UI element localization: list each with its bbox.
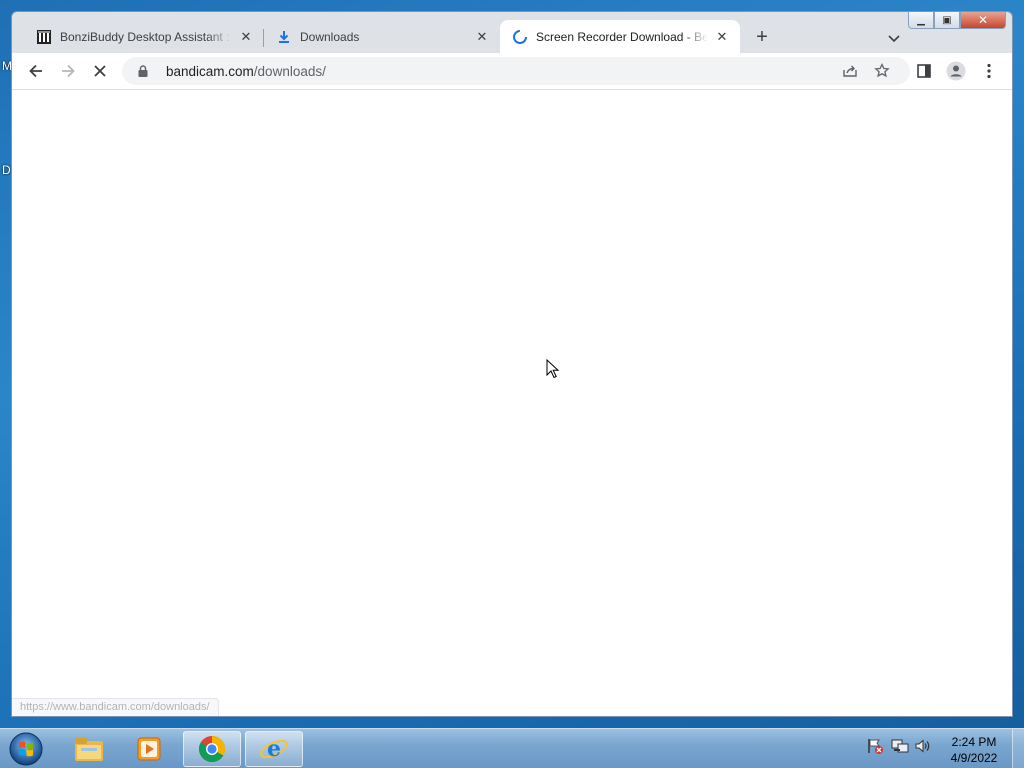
show-desktop-button[interactable] xyxy=(1012,729,1024,768)
minimize-button[interactable]: ▁ xyxy=(908,12,934,29)
browser-window: BonziBuddy Desktop Assistant : B ✕ Downl… xyxy=(11,11,1013,717)
tab-title: Downloads xyxy=(300,29,360,44)
url-path: /downloads/ xyxy=(253,63,326,79)
window-controls: ▁ ▣ ✕ xyxy=(908,12,1006,29)
close-tab-icon[interactable]: ✕ xyxy=(474,29,490,45)
download-icon xyxy=(276,29,292,45)
tab-screen-recorder[interactable]: Screen Recorder Download - Best ✕ xyxy=(500,20,740,53)
share-icon[interactable] xyxy=(842,63,858,79)
tab-bonzibuddy[interactable]: BonziBuddy Desktop Assistant : B ✕ xyxy=(24,20,264,53)
url-host: bandicam.com xyxy=(166,63,254,79)
mouse-cursor-icon xyxy=(546,358,560,379)
status-bubble-url: https://www.bandicam.com/downloads/ xyxy=(12,698,219,716)
system-clock[interactable]: 2:24 PM 4/9/2022 xyxy=(944,734,1004,766)
profile-avatar-icon[interactable] xyxy=(944,59,968,83)
new-tab-button[interactable]: + xyxy=(750,26,774,50)
menu-kebab-icon[interactable] xyxy=(977,59,1001,83)
lock-icon[interactable] xyxy=(136,64,150,78)
tab-search-chevron-icon[interactable] xyxy=(884,28,904,48)
restore-button[interactable]: ▣ xyxy=(934,12,960,29)
loading-spinner-icon xyxy=(512,29,528,45)
page-content[interactable]: https://www.bandicam.com/downloads/ xyxy=(12,90,1012,716)
desktop-icon-label[interactable]: D xyxy=(2,163,11,177)
bookmark-star-icon[interactable] xyxy=(874,62,890,79)
taskbar: e 2:24 PM 4/9/2022 xyxy=(0,728,1024,768)
volume-icon[interactable] xyxy=(914,737,932,755)
tab-strip: BonziBuddy Desktop Assistant : B ✕ Downl… xyxy=(12,12,1012,53)
tab-downloads[interactable]: Downloads ✕ xyxy=(264,20,500,53)
start-button[interactable] xyxy=(7,731,45,767)
close-tab-icon[interactable]: ✕ xyxy=(714,29,730,45)
clock-date: 4/9/2022 xyxy=(950,751,998,765)
tab-title: BonziBuddy Desktop Assistant : B xyxy=(60,29,232,44)
browser-toolbar: bandicam.com/downloads/ xyxy=(12,53,1012,89)
explorer-icon[interactable] xyxy=(60,731,118,767)
side-panel-icon[interactable] xyxy=(912,59,936,83)
address-bar[interactable]: bandicam.com/downloads/ xyxy=(122,57,910,85)
archive-icon xyxy=(36,29,52,45)
network-icon[interactable] xyxy=(891,737,909,755)
clock-time: 2:24 PM xyxy=(951,735,997,749)
tab-title: Screen Recorder Download - Best xyxy=(536,29,708,44)
stop-loading-button[interactable] xyxy=(88,59,112,83)
forward-button[interactable] xyxy=(56,59,80,83)
chrome-icon[interactable] xyxy=(183,731,241,767)
close-window-button[interactable]: ✕ xyxy=(960,12,1006,29)
svg-text:e: e xyxy=(267,736,281,762)
back-button[interactable] xyxy=(24,59,48,83)
action-center-flag-icon[interactable] xyxy=(866,737,884,755)
close-tab-icon[interactable]: ✕ xyxy=(238,29,254,45)
internet-explorer-icon[interactable]: e xyxy=(245,731,303,767)
media-player-icon[interactable] xyxy=(120,731,178,767)
address-url[interactable]: bandicam.com/downloads/ xyxy=(166,64,326,79)
